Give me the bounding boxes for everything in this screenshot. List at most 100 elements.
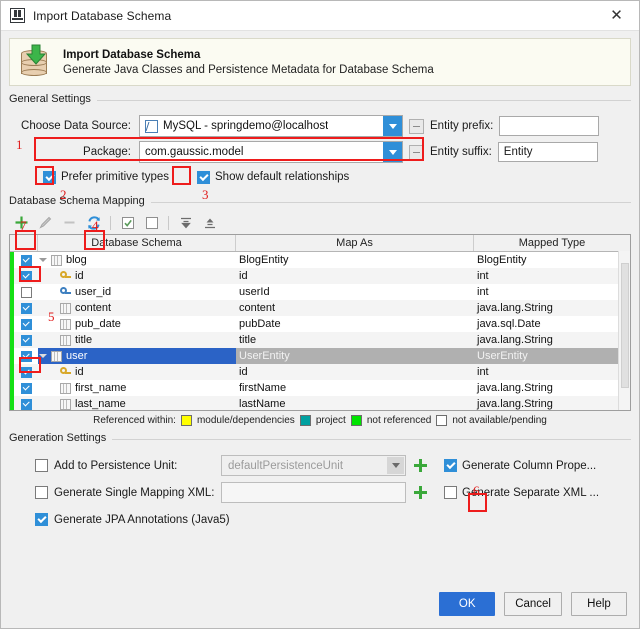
column-header-database-schema[interactable]: Database Schema (38, 235, 236, 251)
entity-suffix-input[interactable]: Entity (497, 142, 598, 162)
expand-all-icon[interactable] (175, 213, 196, 232)
table-row[interactable]: pub_date pubDate java.sql.Date (10, 316, 630, 332)
checkbox-box[interactable] (20, 318, 32, 330)
cell-map-as[interactable]: id (236, 268, 474, 284)
row-checkbox[interactable] (14, 300, 38, 316)
cell-mapped-type[interactable]: java.sql.Date (474, 316, 630, 332)
chevron-down-icon[interactable] (387, 457, 404, 474)
checkbox-box[interactable] (197, 170, 211, 184)
cell-map-as[interactable]: BlogEntity (236, 252, 474, 268)
checkbox-box[interactable] (35, 459, 48, 472)
cell-map-as[interactable]: content (236, 300, 474, 316)
deselect-all-icon[interactable] (141, 213, 162, 232)
cell-mapped-type[interactable]: BlogEntity (474, 252, 630, 268)
column-header-map-as[interactable]: Map As (236, 235, 474, 251)
select-all-icon[interactable] (117, 213, 138, 232)
generate-jpa-annotations-checkbox[interactable]: Generate JPA Annotations (Java5) (9, 513, 230, 526)
table-row[interactable]: user_id userId int (10, 284, 630, 300)
add-to-persistence-unit-checkbox[interactable]: Add to Persistence Unit: (9, 459, 221, 472)
table-row[interactable]: id id int (10, 364, 630, 380)
chevron-down-icon[interactable] (383, 142, 402, 162)
row-checkbox[interactable] (14, 332, 38, 348)
table-row[interactable]: content content java.lang.String (10, 300, 630, 316)
help-button[interactable]: Help (571, 592, 627, 616)
checkbox-box[interactable] (20, 398, 32, 410)
row-checkbox[interactable] (14, 316, 38, 332)
generate-column-properties-checkbox[interactable]: Generate Column Prope... (444, 459, 596, 472)
chevron-down-icon[interactable] (383, 116, 402, 136)
cell-mapped-type[interactable]: int (474, 364, 630, 380)
cell-mapped-type[interactable]: int (474, 268, 630, 284)
checkbox-box[interactable] (20, 366, 32, 378)
checkbox-box[interactable] (35, 513, 48, 526)
row-checkbox[interactable] (14, 396, 38, 410)
cell-mapped-type[interactable]: java.lang.String (474, 396, 630, 410)
package-browse-button[interactable] (409, 144, 424, 160)
cell-map-as[interactable]: pubDate (236, 316, 474, 332)
cell-mapped-type[interactable]: int (474, 284, 630, 300)
checkbox-box[interactable] (43, 170, 56, 184)
table-row[interactable]: user UserEntity UserEntity (10, 348, 630, 364)
cell-map-as[interactable]: firstName (236, 380, 474, 396)
checkbox-box[interactable] (20, 286, 32, 298)
row-checkbox[interactable] (14, 348, 38, 364)
data-source-combo[interactable]: MySQL - springdemo@localhost (139, 115, 403, 137)
row-checkbox[interactable] (14, 252, 38, 268)
checkbox-box[interactable] (20, 334, 32, 346)
cell-map-as[interactable]: userId (236, 284, 474, 300)
add-persistence-unit-button[interactable] (413, 458, 428, 473)
dialog-button-bar: OK Cancel Help (1, 592, 639, 628)
cell-map-as[interactable]: id (236, 364, 474, 380)
cell-database-schema: id (38, 268, 236, 284)
window-title: Import Database Schema (33, 8, 172, 23)
checkbox-box[interactable] (35, 486, 48, 499)
checkbox-box[interactable] (20, 254, 32, 266)
close-icon[interactable]: ✕ (594, 1, 639, 30)
cell-map-as[interactable]: lastName (236, 396, 474, 410)
add-mapping-xml-button[interactable] (413, 485, 428, 500)
table-row[interactable]: id id int (10, 268, 630, 284)
prefer-primitive-types-checkbox[interactable]: Prefer primitive types (43, 170, 169, 184)
collapse-all-icon[interactable] (199, 213, 220, 232)
cell-map-as[interactable]: title (236, 332, 474, 348)
row-checkbox[interactable] (14, 284, 38, 300)
single-mapping-xml-input[interactable] (221, 482, 406, 503)
entity-prefix-input[interactable] (499, 116, 600, 136)
database-import-icon (18, 44, 52, 79)
expand-collapse-icon[interactable] (38, 354, 47, 358)
generate-single-mapping-xml-checkbox[interactable]: Generate Single Mapping XML: (9, 486, 221, 499)
table-row[interactable]: title title java.lang.String (10, 332, 630, 348)
data-source-browse-button[interactable] (409, 118, 424, 134)
checkbox-box[interactable] (20, 350, 32, 362)
cell-mapped-type[interactable]: UserEntity (474, 348, 630, 364)
cell-mapped-type[interactable]: java.lang.String (474, 300, 630, 316)
table-scrollbar[interactable] (618, 251, 630, 410)
cell-mapped-type[interactable]: java.lang.String (474, 332, 630, 348)
column-header-mapped-type[interactable]: Mapped Type (474, 235, 630, 251)
generate-separate-xml-checkbox[interactable]: Generate Separate XML ... (444, 486, 599, 499)
refresh-icon[interactable] (83, 213, 104, 232)
cell-map-as[interactable]: UserEntity (236, 348, 474, 364)
cell-mapped-type[interactable]: java.lang.String (474, 380, 630, 396)
ok-button[interactable]: OK (439, 592, 496, 616)
entity-prefix-label: Entity prefix: (430, 120, 494, 132)
add-icon[interactable] (11, 213, 32, 232)
expand-collapse-icon[interactable] (38, 258, 47, 262)
show-default-relationships-checkbox[interactable]: Show default relationships (197, 170, 349, 184)
scrollbar-thumb[interactable] (621, 263, 629, 388)
checkbox-box[interactable] (20, 382, 32, 394)
cancel-button[interactable]: Cancel (504, 592, 562, 616)
persistence-unit-combo[interactable]: defaultPersistenceUnit (221, 455, 406, 476)
package-combo[interactable]: com.gaussic.model (139, 141, 403, 163)
table-row[interactable]: last_name lastName java.lang.String (10, 396, 630, 410)
row-checkbox[interactable] (14, 268, 38, 284)
row-checkbox[interactable] (14, 380, 38, 396)
generation-settings-group: Generation Settings Add to Persistence U… (9, 432, 631, 533)
checkbox-box[interactable] (444, 486, 457, 499)
table-row[interactable]: first_name firstName java.lang.String (10, 380, 630, 396)
checkbox-box[interactable] (20, 302, 32, 314)
table-row[interactable]: blog BlogEntity BlogEntity (10, 252, 630, 268)
checkbox-box[interactable] (20, 270, 32, 282)
row-checkbox[interactable] (14, 364, 38, 380)
checkbox-box[interactable] (444, 459, 457, 472)
